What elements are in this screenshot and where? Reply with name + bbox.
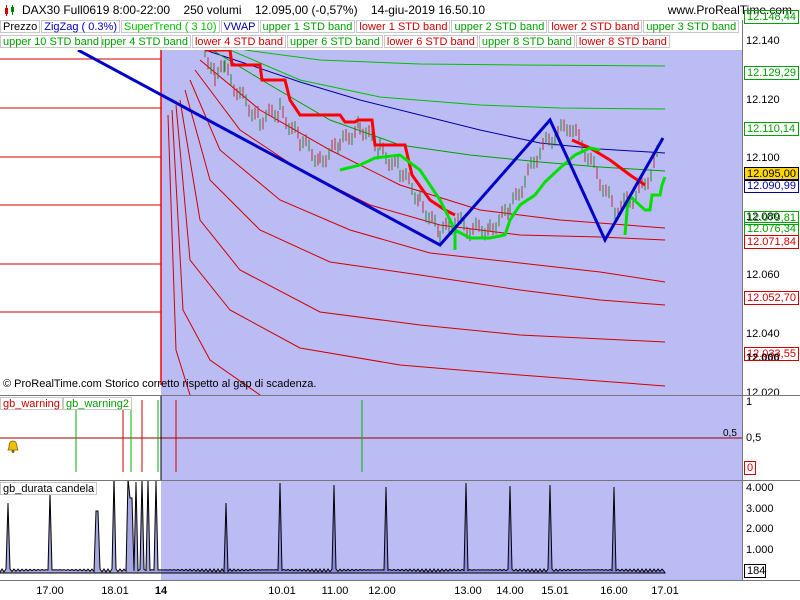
price-tick: 12.100 — [746, 152, 780, 165]
legend-tag[interactable]: lower 4 STD band — [191, 35, 286, 48]
price-tick: 12.040 — [746, 328, 780, 340]
price-level-box: 12.076,34 — [744, 221, 799, 236]
price-tick: 12.060 — [746, 269, 780, 282]
last-price: 12.095,00 (-0,57%) — [254, 3, 358, 17]
price-level-box: 12.148,44 — [744, 10, 799, 25]
bell-icon[interactable] — [6, 440, 20, 454]
price-axis[interactable]: 12.140 12.120 12.100 12.080 12.060 12.040 12.0… — [742, 10, 800, 417]
time-tick: 10.01 — [268, 585, 296, 597]
legend-tag[interactable]: SuperTrend ( 3 10) — [121, 20, 220, 33]
duration-axis[interactable]: 4.000 3.000 2.000 1.000 184 — [742, 480, 800, 580]
price-level-box: 12.033,55 — [744, 346, 799, 361]
time-tick: 16.00 — [600, 585, 628, 597]
candlestick-icon — [5, 5, 14, 16]
legend-tag[interactable]: lower 8 STD band — [575, 35, 670, 48]
midline-label: 0,5 — [723, 428, 737, 439]
price-level-box: 12.071,84 — [744, 234, 799, 249]
instrument-info: DAX30 Full0619 8:00-22:00 250 volumi 12.… — [22, 3, 485, 17]
indicator-axis-zero: 0 — [744, 461, 756, 475]
time-tick: 18.01 — [101, 585, 129, 597]
time-tick: 11.00 — [321, 585, 349, 597]
legend-tag[interactable]: ZigZag ( 0.3%) — [41, 20, 120, 33]
chart-notice: © ProRealTime.com Storico corretto rispe… — [3, 378, 317, 390]
indicator-axis[interactable]: 1 0,5 0 — [742, 395, 800, 480]
price-level-box: 12.129,29 — [744, 66, 799, 81]
duration-axis-4000: 4.000 — [746, 482, 774, 494]
time-tick: 14.00 — [496, 585, 524, 597]
indicator-axis-top: 1 — [746, 396, 753, 408]
legend-tag[interactable]: upper 2 STD band — [451, 20, 548, 33]
price-chart — [0, 45, 742, 396]
legend-tag[interactable]: upper 4 STD band — [95, 35, 191, 48]
duration-axis-1000: 1.000 — [746, 544, 774, 556]
legend-tag[interactable]: Prezzo — [0, 20, 41, 33]
legend-tag[interactable]: upper 6 STD band — [286, 35, 383, 48]
candle-duration-panel[interactable]: gb_durata candela — [0, 476, 742, 580]
time-axis[interactable]: 17.00 18.01 14 10.01 11.00 12.00 13.00 14.00 15.… — [0, 580, 800, 600]
candle-duration-chart — [0, 476, 742, 580]
time-tick: 14 — [154, 585, 168, 597]
price-level-box: 12.052,70 — [744, 290, 799, 305]
legend-tag[interactable]: lower 2 STD band — [548, 20, 643, 33]
price-level-box: 12.110,14 — [744, 122, 799, 137]
duration-axis-last: 184 — [744, 564, 766, 578]
time-tick: 13.00 — [454, 585, 482, 597]
legend-tag[interactable]: upper 10 STD band — [0, 35, 103, 48]
instrument-title: DAX30 Full0619 8:00-22:00 — [22, 3, 171, 17]
duration-tag[interactable]: gb_durata candela — [0, 482, 98, 495]
legend-tag[interactable]: VWAP — [220, 20, 259, 33]
indicator-tag-warning2[interactable]: gb_warning2 — [63, 397, 132, 410]
session-background — [161, 481, 742, 580]
duration-axis-3000: 3.000 — [746, 503, 774, 515]
indicator-axis-mid: 0,5 — [746, 432, 762, 444]
legend-tag[interactable]: upper 1 STD band — [259, 20, 356, 33]
timestamp: 14-giu-2019 16.50.10 — [370, 3, 485, 17]
price-chart-panel[interactable]: © ProRealTime.com Storico corretto rispe… — [0, 45, 742, 396]
legend-tag[interactable]: upper 8 STD band — [478, 35, 575, 48]
volume-count: 250 volumi — [183, 3, 242, 17]
duration-axis-2000: 2.000 — [746, 523, 774, 535]
price-tick: 12.140 — [746, 35, 780, 47]
price-tick: 12.120 — [746, 93, 780, 106]
title-bar: DAX30 Full0619 8:00-22:00 250 volumi 12.… — [0, 0, 800, 20]
time-tick: 15.01 — [541, 585, 569, 597]
indicator-legend: Prezzo ZigZag ( 0.3%) SuperTrend ( 3 10) VW… — [0, 20, 742, 50]
legend-tag[interactable]: upper 3 STD band — [643, 20, 740, 33]
time-tick: 17.00 — [36, 585, 64, 597]
legend-tag[interactable]: lower 6 STD band — [383, 35, 478, 48]
pre-session-background — [0, 50, 161, 395]
time-tick: 12.00 — [368, 585, 396, 597]
time-tick: 17.01 — [651, 585, 679, 597]
indicator-tag-warning[interactable]: gb_warning — [0, 397, 63, 410]
legend-tag[interactable]: lower 1 STD band — [356, 20, 451, 33]
price-level-box: 12.090,99 — [744, 178, 799, 193]
warning-indicator-panel[interactable]: 0,5 gb_warning gb_warning2 — [0, 395, 742, 480]
